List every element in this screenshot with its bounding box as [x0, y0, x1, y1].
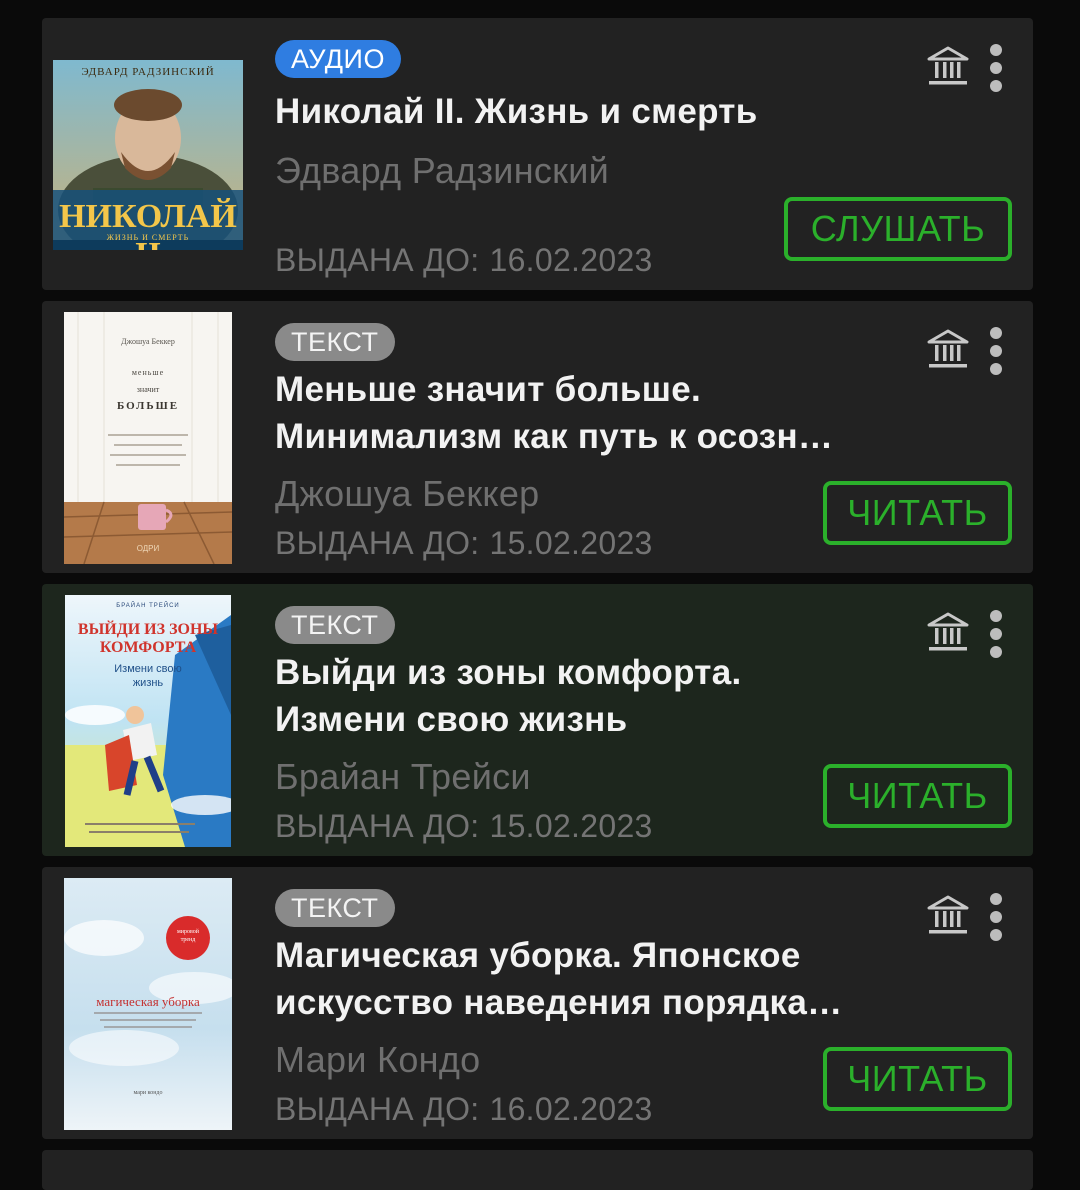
more-vert-icon[interactable]: [988, 610, 1004, 658]
read-button[interactable]: ЧИТАТЬ: [823, 481, 1012, 545]
cover-line1: меньше: [131, 368, 165, 377]
book-title[interactable]: Меньше значит больше. Минимализм как пут…: [275, 366, 915, 460]
cover-badge-line2: тренд: [180, 937, 196, 943]
book-info: ТЕКСТ Выйди из зоны комфорта. Измени сво…: [275, 584, 1033, 856]
book-info: ТЕКСТ Меньше значит больше. Минимализм к…: [275, 301, 1033, 573]
read-button[interactable]: ЧИТАТЬ: [823, 764, 1012, 828]
book-card[interactable]: БРАЙАН ТРЕЙСИ ВЫЙДИ ИЗ ЗОНЫ КОМФОРТА Изм…: [42, 584, 1033, 856]
book-info: ТЕКСТ Магическая уборка. Японское искусс…: [275, 867, 1033, 1139]
cover-line4: жизнь: [132, 677, 164, 689]
cover-art: [64, 312, 232, 564]
book-author[interactable]: Мари Кондо: [275, 1039, 480, 1081]
cover-author-text: Джошуа Беккер: [121, 337, 175, 346]
cover-line2: КОМФОРТА: [99, 639, 197, 656]
more-vert-icon[interactable]: [988, 44, 1004, 92]
book-title[interactable]: Николай II. Жизнь и смерть: [275, 88, 915, 135]
book-title[interactable]: Выйди из зоны комфорта. Измени свою жизн…: [275, 649, 915, 743]
due-date-label: ВЫДАНА ДО:: [275, 1091, 480, 1127]
cover-author-text: ЭДВАРД РАДЗИНСКИЙ: [81, 66, 215, 78]
due-date: ВЫДАНА ДО: 15.02.2023: [275, 525, 653, 562]
cover-line1: ВЫЙДИ ИЗ ЗОНЫ: [77, 621, 219, 638]
cover-publisher: ОДРИ: [136, 544, 160, 553]
cover-author-text: БРАЙАН ТРЕЙСИ: [116, 603, 180, 609]
due-date-label: ВЫДАНА ДО:: [275, 242, 480, 278]
book-card[interactable]: мировой тренд магическая уборка мари кон…: [42, 867, 1033, 1139]
cover-line2: значит: [136, 385, 160, 394]
due-date-label: ВЫДАНА ДО:: [275, 808, 480, 844]
book-card[interactable]: ЭДВАРД РАДЗИНСКИЙ НИКОЛАЙ II ЖИЗНЬ И СМЕ…: [42, 18, 1033, 290]
cover-line3: Измени свою: [114, 663, 182, 675]
format-badge: ТЕКСТ: [275, 323, 395, 361]
listen-button[interactable]: СЛУШАТЬ: [784, 197, 1012, 261]
book-list: ЭДВАРД РАДЗИНСКИЙ НИКОЛАЙ II ЖИЗНЬ И СМЕ…: [0, 0, 1080, 1190]
due-date: ВЫДАНА ДО: 16.02.2023: [275, 242, 653, 279]
format-badge: ТЕКСТ: [275, 606, 395, 644]
book-author[interactable]: Эдвард Радзинский: [275, 150, 609, 192]
format-badge: ТЕКСТ: [275, 889, 395, 927]
library-building-icon[interactable]: [926, 610, 970, 654]
book-card-partial[interactable]: [42, 1150, 1033, 1190]
due-date: ВЫДАНА ДО: 15.02.2023: [275, 808, 653, 845]
cover-title-text: магическая уборка: [96, 994, 200, 1009]
library-building-icon[interactable]: [926, 893, 970, 937]
format-badge: АУДИО: [275, 40, 401, 78]
book-cover[interactable]: ЭДВАРД РАДЗИНСКИЙ НИКОЛАЙ II ЖИЗНЬ И СМЕ…: [53, 60, 243, 250]
book-author[interactable]: Брайан Трейси: [275, 756, 531, 798]
more-vert-icon[interactable]: [988, 327, 1004, 375]
due-date: ВЫДАНА ДО: 16.02.2023: [275, 1091, 653, 1128]
book-cover[interactable]: БРАЙАН ТРЕЙСИ ВЫЙДИ ИЗ ЗОНЫ КОМФОРТА Изм…: [65, 595, 231, 847]
book-cover[interactable]: Джошуа Беккер меньше значит БОЛЬШЕ ОДРИ: [64, 312, 232, 564]
library-building-icon[interactable]: [926, 44, 970, 88]
book-info: АУДИО Николай II. Жизнь и смерть Эдвард …: [275, 18, 1033, 290]
due-date-value: 16.02.2023: [489, 1091, 653, 1127]
due-date-value: 15.02.2023: [489, 525, 653, 561]
cover-subtitle-text: ЖИЗНЬ И СМЕРТЬ: [106, 233, 190, 242]
book-author[interactable]: Джошуа Беккер: [275, 473, 539, 515]
book-title[interactable]: Магическая уборка. Японское искусство на…: [275, 932, 915, 1026]
due-date-value: 15.02.2023: [489, 808, 653, 844]
due-date-value: 16.02.2023: [489, 242, 653, 278]
cover-title-text: НИКОЛАЙ II: [59, 198, 237, 250]
due-date-label: ВЫДАНА ДО:: [275, 525, 480, 561]
cover-badge-line1: мировой: [176, 929, 199, 935]
cover-author-text: мари кондо: [133, 1090, 163, 1096]
book-cover[interactable]: мировой тренд магическая уборка мари кон…: [64, 878, 232, 1130]
book-card[interactable]: Джошуа Беккер меньше значит БОЛЬШЕ ОДРИ …: [42, 301, 1033, 573]
read-button[interactable]: ЧИТАТЬ: [823, 1047, 1012, 1111]
cover-line3: БОЛЬШЕ: [116, 400, 180, 412]
library-building-icon[interactable]: [926, 327, 970, 371]
more-vert-icon[interactable]: [988, 893, 1004, 941]
